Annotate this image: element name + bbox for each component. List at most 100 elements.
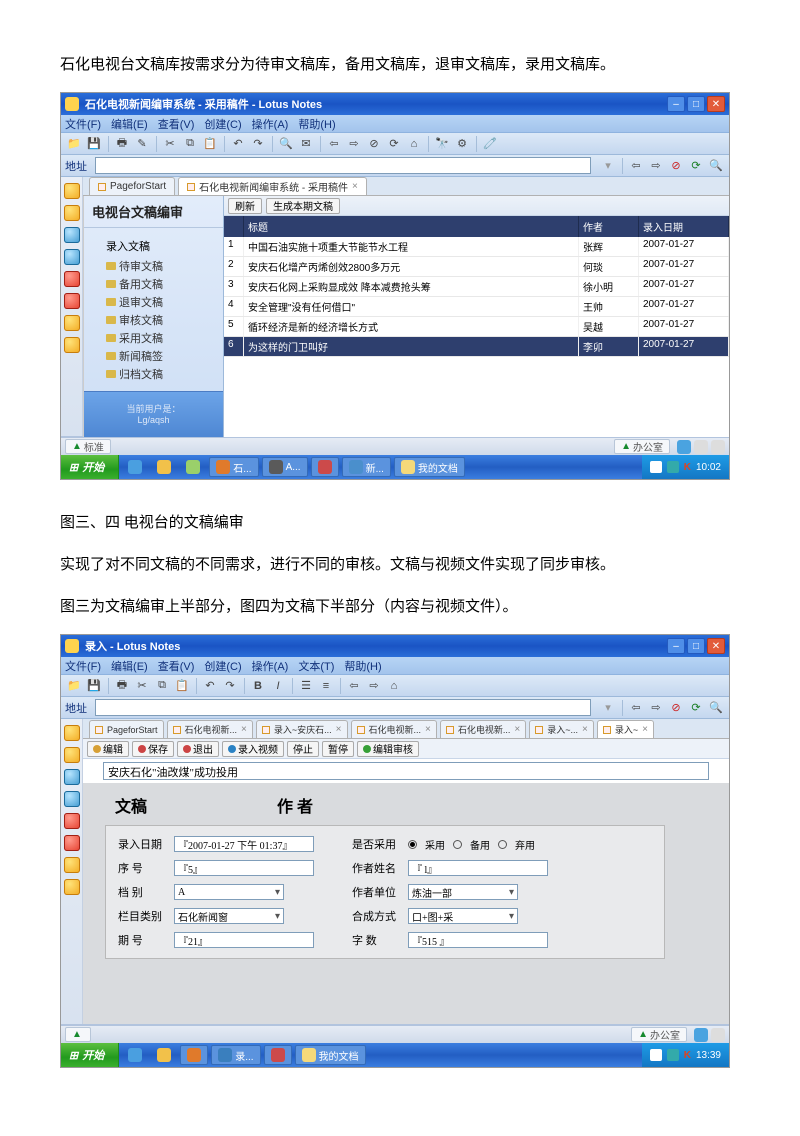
- task-app[interactable]: 石...: [209, 457, 258, 477]
- task-app[interactable]: 录...: [211, 1045, 260, 1065]
- pref-icon[interactable]: ⚙: [453, 135, 471, 153]
- paste-icon[interactable]: 📋: [173, 677, 191, 695]
- refresh-icon[interactable]: ⟳: [385, 135, 403, 153]
- addr-fwd-icon[interactable]: ⇨: [647, 157, 665, 175]
- nav-item-rejected[interactable]: 退审文稿: [90, 293, 217, 311]
- menu-view[interactable]: 查看(V): [158, 658, 195, 674]
- menu-file[interactable]: 文件(F): [65, 658, 101, 674]
- tab[interactable]: 录入~安庆石...×: [256, 720, 348, 738]
- copy-icon[interactable]: ⧉: [153, 677, 171, 695]
- task-docs[interactable]: 我的文档: [295, 1045, 366, 1065]
- radio-option[interactable]: [498, 840, 507, 849]
- activity-icon[interactable]: [64, 769, 80, 785]
- text-input[interactable]: 『2007-01-27 下午 01:37』: [174, 836, 314, 852]
- text-input[interactable]: 『5』: [174, 860, 314, 876]
- tab-pageforstart[interactable]: PageforStart: [89, 720, 164, 738]
- menu-edit[interactable]: 编辑(E): [111, 658, 148, 674]
- open-icon[interactable]: 📁: [65, 135, 83, 153]
- menu-edit[interactable]: 编辑(E): [111, 116, 148, 132]
- cut-icon[interactable]: ✂: [161, 135, 179, 153]
- attach-icon[interactable]: 🧷: [481, 135, 499, 153]
- nav-root[interactable]: 录入文稿: [90, 236, 217, 256]
- edit-button[interactable]: 编辑: [87, 741, 129, 757]
- addr-stop-icon[interactable]: ⊘: [667, 157, 685, 175]
- task-app[interactable]: [180, 1045, 208, 1065]
- activity-icon[interactable]: [64, 813, 80, 829]
- task-app[interactable]: 新...: [342, 457, 391, 477]
- start-button[interactable]: ⊞开始: [61, 455, 119, 479]
- task-docs[interactable]: 我的文档: [394, 457, 465, 477]
- tab-current[interactable]: 石化电视新闻编审系统 - 采用稿件×: [178, 177, 367, 195]
- addr-fwd-icon[interactable]: ⇨: [647, 699, 665, 717]
- activity-home-icon[interactable]: [64, 183, 80, 199]
- table-row[interactable]: 5循环经济是新的经济增长方式吴越2007-01-27: [224, 317, 729, 337]
- start-button[interactable]: ⊞开始: [61, 1043, 119, 1067]
- menu-file[interactable]: 文件(F): [65, 116, 101, 132]
- tab-close-icon[interactable]: ×: [352, 181, 358, 192]
- close-button[interactable]: ✕: [707, 638, 725, 654]
- addr-refresh-icon[interactable]: ⟳: [687, 699, 705, 717]
- mail-icon[interactable]: ✉: [297, 135, 315, 153]
- address-input[interactable]: [95, 157, 591, 174]
- task-app[interactable]: A...: [262, 457, 308, 477]
- tab-current[interactable]: 录入~×: [597, 720, 654, 738]
- status-left[interactable]: ▲: [65, 1027, 91, 1042]
- activity-db3-icon[interactable]: [64, 315, 80, 331]
- radio-option[interactable]: [453, 840, 462, 849]
- cut-icon[interactable]: ✂: [133, 677, 151, 695]
- status-right[interactable]: ▲办公室: [631, 1027, 687, 1042]
- tab[interactable]: 石化电视新...×: [167, 720, 253, 738]
- menu-create[interactable]: 创建(C): [204, 658, 241, 674]
- redo-icon[interactable]: ↷: [221, 677, 239, 695]
- activity-mail-icon[interactable]: [64, 205, 80, 221]
- tray-antivirus-icon[interactable]: K: [684, 1050, 691, 1061]
- activity-icon[interactable]: [64, 791, 80, 807]
- activity-icon[interactable]: [64, 725, 80, 741]
- menu-help[interactable]: 帮助(H): [344, 658, 381, 674]
- nav-item-backup[interactable]: 备用文稿: [90, 275, 217, 293]
- edit-review-button[interactable]: 编辑审核: [357, 741, 419, 757]
- forward-icon[interactable]: ⇨: [345, 135, 363, 153]
- task-app[interactable]: [311, 457, 339, 477]
- save-icon[interactable]: 💾: [85, 135, 103, 153]
- text-input[interactable]: 『515 』: [408, 932, 548, 948]
- addr-back-icon[interactable]: ⇦: [627, 157, 645, 175]
- tray-icon[interactable]: [650, 1049, 662, 1061]
- activity-db1-icon[interactable]: [64, 271, 80, 287]
- addr-stop-icon[interactable]: ⊘: [667, 699, 685, 717]
- select-input[interactable]: A: [174, 884, 284, 900]
- bold-icon[interactable]: B: [249, 677, 267, 695]
- tray-icon[interactable]: [650, 461, 662, 473]
- addr-refresh-icon[interactable]: ⟳: [687, 157, 705, 175]
- menu-action[interactable]: 操作(A): [252, 116, 289, 132]
- tool-icon[interactable]: ✎: [133, 135, 151, 153]
- quicklaunch[interactable]: [180, 457, 206, 477]
- address-input[interactable]: [95, 699, 591, 716]
- addr-go-icon[interactable]: ▾: [599, 157, 617, 175]
- activity-db2-icon[interactable]: [64, 293, 80, 309]
- save-icon[interactable]: 💾: [85, 677, 103, 695]
- align-left-icon[interactable]: ☰: [297, 677, 315, 695]
- save-button[interactable]: 保存: [132, 741, 174, 757]
- copy-icon[interactable]: ⧉: [181, 135, 199, 153]
- quicklaunch[interactable]: [122, 1045, 148, 1065]
- binoc-icon[interactable]: 🔭: [433, 135, 451, 153]
- minimize-button[interactable]: –: [667, 638, 685, 654]
- back-icon[interactable]: ⇦: [345, 677, 363, 695]
- quicklaunch[interactable]: [122, 457, 148, 477]
- activity-icon[interactable]: [64, 747, 80, 763]
- redo-icon[interactable]: ↷: [249, 135, 267, 153]
- nav-item-pending[interactable]: 待审文稿: [90, 257, 217, 275]
- text-input[interactable]: 『 l』: [408, 860, 548, 876]
- quicklaunch[interactable]: [151, 457, 177, 477]
- radio-option[interactable]: [408, 840, 417, 849]
- addr-search-icon[interactable]: 🔍: [707, 157, 725, 175]
- task-app[interactable]: [264, 1045, 292, 1065]
- italic-icon[interactable]: I: [269, 677, 287, 695]
- activity-db4-icon[interactable]: [64, 337, 80, 353]
- menu-create[interactable]: 创建(C): [204, 116, 241, 132]
- record-video-button[interactable]: 录入视频: [222, 741, 284, 757]
- print-icon[interactable]: 🖶: [113, 135, 131, 153]
- generate-button[interactable]: 生成本期文稿: [266, 198, 340, 214]
- nav-item-archive[interactable]: 归档文稿: [90, 365, 217, 383]
